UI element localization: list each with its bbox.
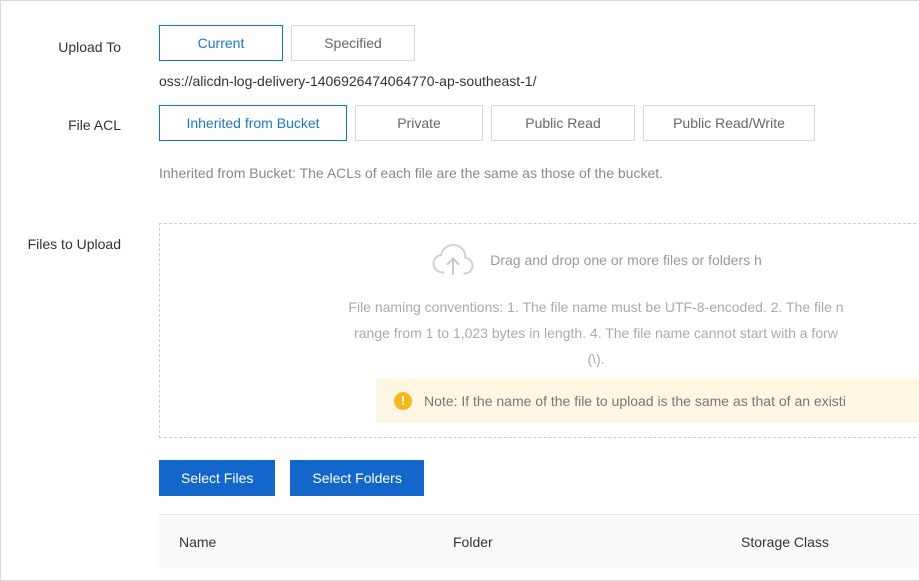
upload-to-option-current[interactable]: Current	[159, 25, 283, 61]
duplicate-name-note: ! Note: If the name of the file to uploa…	[376, 379, 919, 423]
cloud-upload-icon	[430, 242, 476, 278]
file-select-buttons: Select Files Select Folders	[159, 460, 424, 496]
upload-to-label: Upload To	[1, 37, 121, 57]
column-header-folder: Folder	[453, 534, 741, 550]
files-table: Name Folder Storage Class	[159, 514, 919, 581]
upload-to-option-specified[interactable]: Specified	[291, 25, 415, 61]
select-folders-button[interactable]: Select Folders	[290, 460, 423, 496]
naming-line-3: (\).	[196, 346, 919, 372]
upload-to-segmented-control: Current Specified	[159, 25, 415, 61]
naming-line-2: range from 1 to 1,023 bytes in length. 4…	[196, 320, 919, 346]
file-naming-conventions: File naming conventions: 1. The file nam…	[196, 294, 919, 372]
file-acl-segmented-control: Inherited from Bucket Private Public Rea…	[159, 105, 815, 141]
file-dropzone[interactable]: Drag and drop one or more files or folde…	[159, 223, 919, 438]
upload-files-panel: Upload To Current Specified oss://alicdn…	[0, 0, 919, 581]
select-files-button[interactable]: Select Files	[159, 460, 275, 496]
dropzone-headline-group: Drag and drop one or more files or folde…	[160, 242, 919, 278]
files-table-body	[159, 569, 919, 581]
file-acl-option-public-read[interactable]: Public Read	[491, 105, 635, 141]
warning-icon: !	[394, 392, 412, 410]
note-text: Note: If the name of the file to upload …	[424, 393, 846, 409]
file-acl-option-public-read-write[interactable]: Public Read/Write	[643, 105, 815, 141]
naming-line-1: File naming conventions: 1. The file nam…	[196, 294, 919, 320]
files-table-header: Name Folder Storage Class	[159, 515, 919, 569]
files-to-upload-label: Files to Upload	[1, 234, 121, 254]
dropzone-headline: Drag and drop one or more files or folde…	[490, 252, 762, 268]
file-acl-label: File ACL	[1, 115, 121, 135]
file-acl-option-private[interactable]: Private	[355, 105, 483, 141]
column-header-name: Name	[159, 534, 453, 550]
column-header-storage-class: Storage Class	[741, 534, 919, 550]
upload-destination-path: oss://alicdn-log-delivery-14069264740647…	[159, 73, 536, 89]
file-acl-option-inherited[interactable]: Inherited from Bucket	[159, 105, 347, 141]
file-acl-hint: Inherited from Bucket: The ACLs of each …	[159, 163, 663, 183]
